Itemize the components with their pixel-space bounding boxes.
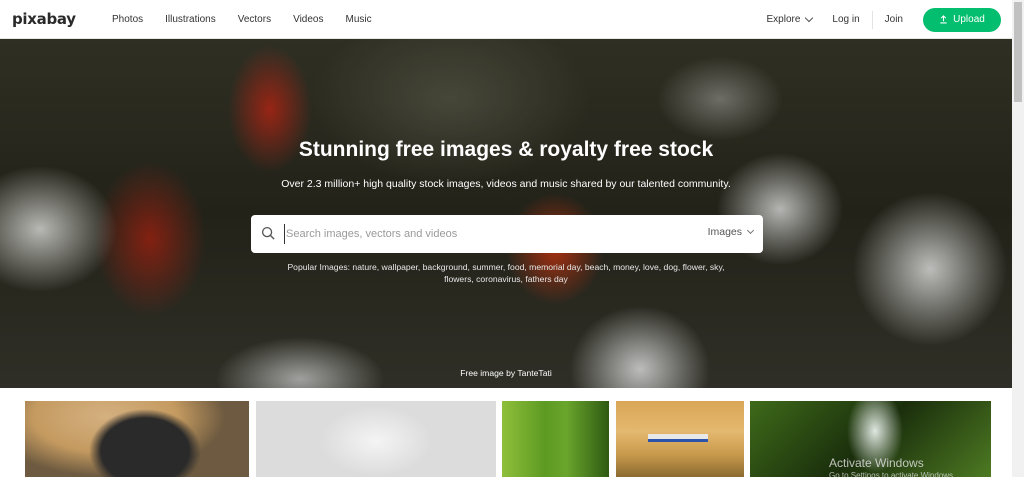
nav-right: Explore Log in Join Upload xyxy=(766,0,1001,39)
explore-label: Explore xyxy=(766,14,801,25)
search-type-select[interactable]: Images xyxy=(707,226,755,238)
upload-button[interactable]: Upload xyxy=(923,7,1001,32)
activate-windows-subtext: Go to Settings to activate Windows. xyxy=(829,471,956,480)
pixabay-logo[interactable]: pixabay xyxy=(12,10,76,28)
bench-shape xyxy=(648,434,708,442)
nav-divider xyxy=(871,10,873,29)
search-bar: Images xyxy=(251,215,763,253)
hero-subtitle: Over 2.3 million+ high quality stock ima… xyxy=(281,178,731,190)
popular-images-line[interactable]: Popular Images: nature, wallpaper, backg… xyxy=(256,261,756,273)
gallery-image[interactable] xyxy=(25,401,249,477)
hero-banner: Stunning free images & royalty free stoc… xyxy=(0,39,1012,388)
chevron-down-icon xyxy=(746,226,755,235)
gallery-image[interactable] xyxy=(256,401,496,477)
upload-label: Upload xyxy=(953,14,985,25)
join-link[interactable]: Join xyxy=(885,14,903,25)
scrollbar-thumb[interactable] xyxy=(1014,2,1022,102)
gallery-image[interactable] xyxy=(616,401,744,477)
search-type-label: Images xyxy=(707,226,742,238)
image-credit[interactable]: Free image by TanteTati xyxy=(0,368,1012,378)
upload-icon xyxy=(940,15,947,24)
nav-link-videos[interactable]: Videos xyxy=(293,14,323,25)
scrollbar[interactable] xyxy=(1012,0,1024,477)
popular-images-line[interactable]: flowers, coronavirus, fathers day xyxy=(256,273,756,285)
search-input[interactable] xyxy=(284,224,664,244)
nav-link-music[interactable]: Music xyxy=(345,14,371,25)
nav-links: Photos Illustrations Vectors Videos Musi… xyxy=(112,0,394,39)
activate-windows-watermark: Activate Windows xyxy=(829,456,924,470)
search-icon[interactable] xyxy=(261,226,276,241)
explore-menu[interactable]: Explore xyxy=(766,13,814,25)
popular-images: Popular Images: nature, wallpaper, backg… xyxy=(256,261,756,285)
nav-link-vectors[interactable]: Vectors xyxy=(238,14,271,25)
top-navigation: pixabay Photos Illustrations Vectors Vid… xyxy=(0,0,1012,39)
nav-link-photos[interactable]: Photos xyxy=(112,14,143,25)
hero-overlay xyxy=(0,39,1012,388)
login-link[interactable]: Log in xyxy=(832,14,859,25)
nav-link-illustrations[interactable]: Illustrations xyxy=(165,14,216,25)
hero-title: Stunning free images & royalty free stoc… xyxy=(298,138,714,161)
gallery-image[interactable] xyxy=(502,401,609,477)
chevron-down-icon xyxy=(805,13,814,23)
